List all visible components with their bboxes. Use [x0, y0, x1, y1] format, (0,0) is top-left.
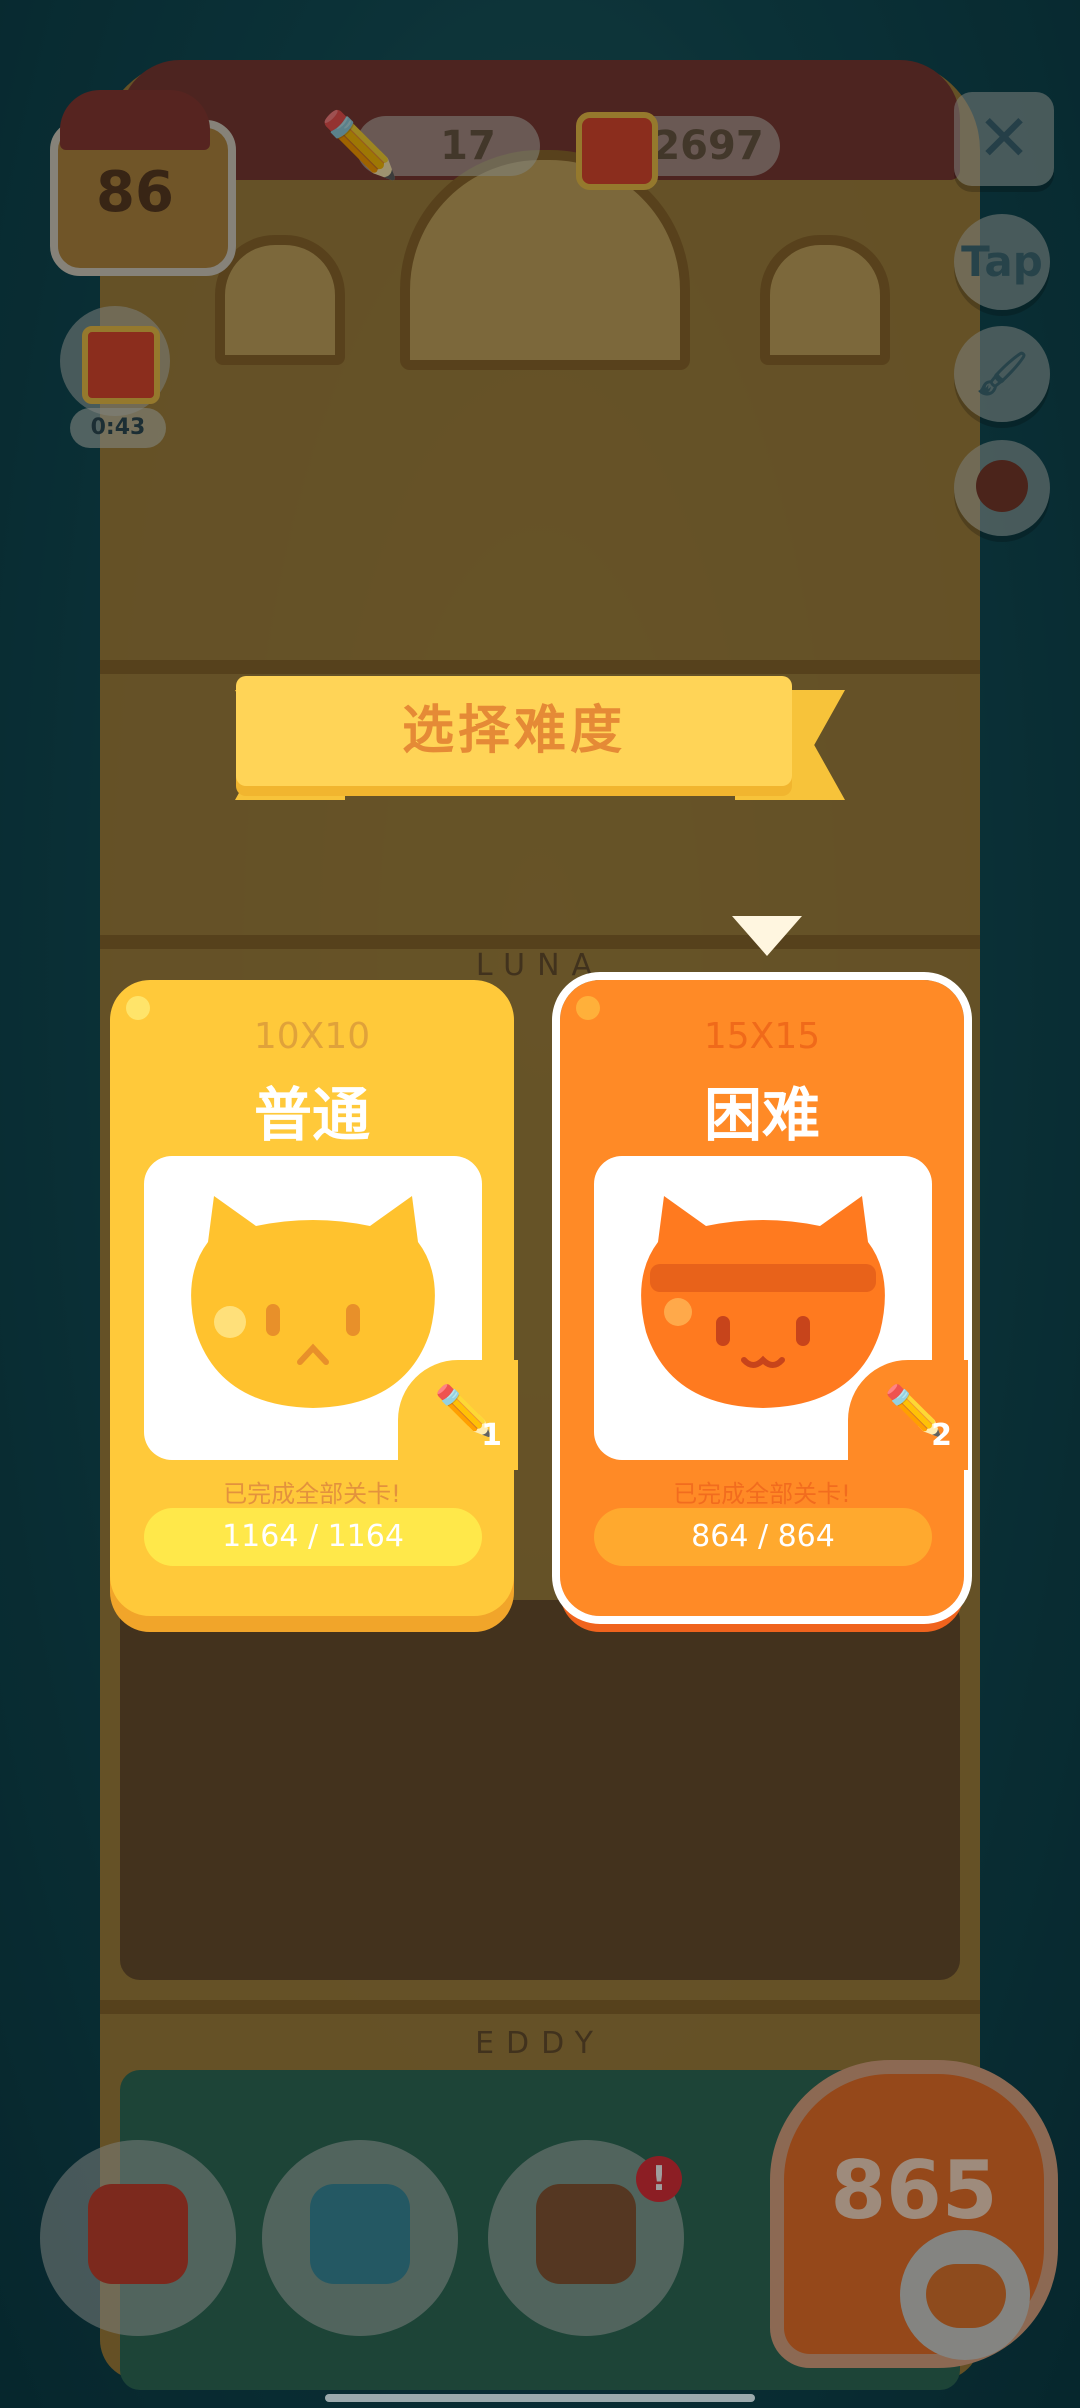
pencil-reward-count: 2	[931, 1418, 952, 1453]
dialog-title: 选择难度	[401, 701, 626, 761]
home-indicator[interactable]	[325, 2394, 755, 2402]
difficulty-card-hard[interactable]: 15X15 困难 ✏️ 2 已完成全部关卡! 864 / 864	[552, 972, 972, 1624]
difficulty-card-normal[interactable]: 10X10 普通 ✏️ 1 已完成全部关卡! 1164 / 1164	[110, 980, 518, 1616]
pencil-reward-badge: ✏️ 1	[398, 1360, 518, 1470]
grid-size: 10X10	[253, 1016, 371, 1057]
difficulty-name: 困难	[703, 1081, 820, 1149]
pencil-reward-badge: ✏️ 2	[848, 1360, 968, 1470]
progress-text: 864 / 864	[691, 1519, 835, 1554]
progress-text: 1164 / 1164	[222, 1519, 404, 1554]
progress-bar: 864 / 864	[594, 1508, 932, 1566]
grid-size: 15X15	[703, 1016, 821, 1057]
completion-status: 已完成全部关卡!	[223, 1480, 401, 1508]
progress-bar: 1164 / 1164	[144, 1508, 482, 1566]
difficulty-name: 普通	[253, 1081, 370, 1149]
completion-status: 已完成全部关卡!	[673, 1480, 851, 1508]
pencil-reward-count: 1	[481, 1418, 502, 1453]
